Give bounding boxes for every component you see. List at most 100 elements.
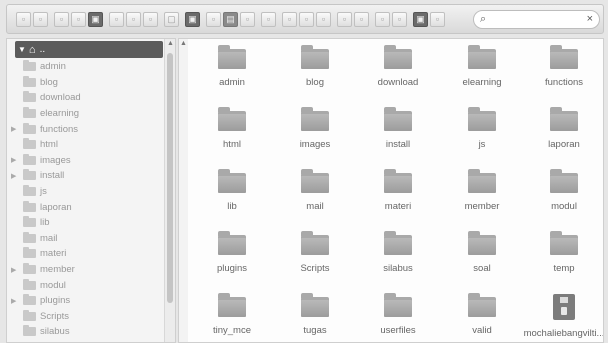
folder-item[interactable]: js <box>440 107 524 150</box>
folder-icon <box>301 45 329 69</box>
tree-item-label: mail <box>40 232 58 244</box>
item-label: html <box>223 139 241 150</box>
preview-icon[interactable]: ▣ <box>185 11 200 27</box>
toolbar-group: ▫ ▫ <box>336 11 370 27</box>
folder-item[interactable]: tugas <box>273 293 357 336</box>
tree-item[interactable]: materi <box>7 246 165 262</box>
new-folder-icon[interactable]: ▫ <box>206 11 221 27</box>
folder-item[interactable]: materi <box>356 169 440 212</box>
folder-item[interactable]: member <box>440 169 524 212</box>
copy-icon[interactable]: ▫ <box>109 11 124 27</box>
tree-item[interactable]: elearning <box>7 106 165 122</box>
item-label: install <box>385 139 411 150</box>
folder-item[interactable]: lib <box>190 169 274 212</box>
folder-icon <box>384 107 412 131</box>
tree-item-label: Scripts <box>40 310 70 322</box>
tree-item[interactable]: js <box>7 184 165 200</box>
open-icon[interactable]: ▫ <box>71 11 86 27</box>
cut-icon[interactable]: ▫ <box>126 11 141 27</box>
file-item[interactable]: mochaliebangvilti... <box>522 294 603 339</box>
folder-item[interactable]: temp <box>522 231 603 274</box>
tree-item-label: js <box>40 186 47 198</box>
folder-item[interactable]: silabus <box>356 231 440 274</box>
folder-item[interactable]: soal <box>440 231 524 274</box>
chevron-right-icon[interactable]: ▶ <box>7 172 19 180</box>
folder-item[interactable]: html <box>190 107 274 150</box>
chevron-right-icon[interactable]: ▶ <box>7 125 19 133</box>
extract-icon[interactable]: ▫ <box>282 11 297 27</box>
save-icon[interactable]: ▣ <box>88 11 103 27</box>
tree-item[interactable]: ▶ install <box>7 168 165 184</box>
upload-icon[interactable]: ▫ <box>240 11 255 27</box>
sort-icon[interactable]: ▫ <box>375 11 390 27</box>
toolbar-group: ▢ <box>163 11 180 27</box>
tree-item[interactable]: download <box>7 90 165 106</box>
help-icon[interactable]: ▫ <box>430 11 445 27</box>
folder-icon <box>384 293 412 317</box>
tree-item[interactable]: html <box>7 137 165 153</box>
tree-item[interactable]: modul <box>7 277 165 293</box>
sidebar-scrollbar[interactable]: ▲ <box>164 39 175 342</box>
view-icons-icon[interactable]: ▫ <box>337 11 352 27</box>
tree-item[interactable]: ▶ plugins <box>7 293 165 309</box>
tree-item[interactable]: ▶ member <box>7 262 165 278</box>
scrollbar-thumb[interactable] <box>167 53 173 303</box>
tree-item[interactable]: laporan <box>7 199 165 215</box>
tree-item[interactable]: mail <box>7 231 165 247</box>
folder-icon <box>550 169 578 193</box>
folder-tree: ▼ ⌂ .. admin blog download elearning ▶ functi… <box>6 38 176 343</box>
forward-icon[interactable]: ▫ <box>33 11 48 27</box>
tree-item[interactable]: silabus <box>7 324 165 340</box>
tree-item[interactable]: blog <box>7 75 165 91</box>
chevron-right-icon[interactable]: ▶ <box>7 266 19 274</box>
tree-item[interactable]: ▶ functions <box>7 121 165 137</box>
tree-item[interactable]: ▶ images <box>7 153 165 169</box>
chevron-right-icon[interactable]: ▶ <box>7 156 19 164</box>
main-scrollbar[interactable]: ▲ <box>179 39 188 342</box>
chevron-right-icon[interactable]: ▶ <box>7 297 19 305</box>
folder-item[interactable]: modul <box>522 169 603 212</box>
folder-item[interactable]: functions <box>522 45 603 88</box>
tree-item[interactable]: Scripts <box>7 309 165 325</box>
item-label: elearning <box>462 77 502 88</box>
archive-icon[interactable]: ▫ <box>299 11 314 27</box>
rename-icon[interactable]: ▢ <box>164 11 179 27</box>
folder-item[interactable]: blog <box>273 45 357 88</box>
close-icon[interactable]: × <box>587 13 593 25</box>
item-label: Scripts <box>300 263 330 274</box>
folder-item[interactable]: mail <box>273 169 357 212</box>
duplicate-icon[interactable]: ▫ <box>261 11 276 27</box>
tree-item[interactable]: lib <box>7 215 165 231</box>
folder-item[interactable]: valid <box>440 293 524 336</box>
scroll-up-icon[interactable]: ▲ <box>167 40 174 47</box>
tree-root-item[interactable]: ▼ ⌂ .. <box>15 41 163 58</box>
edit-icon[interactable]: ▫ <box>392 11 407 27</box>
folder-item[interactable]: install <box>356 107 440 150</box>
item-label: blog <box>306 77 324 88</box>
view-list-icon[interactable]: ▫ <box>354 11 369 27</box>
folder-item[interactable]: download <box>356 45 440 88</box>
tree-item[interactable]: admin <box>7 59 165 75</box>
folder-item[interactable]: userfiles <box>356 293 440 336</box>
folder-item[interactable]: elearning <box>440 45 524 88</box>
folder-item[interactable]: images <box>273 107 357 150</box>
folder-item[interactable]: admin <box>190 45 274 88</box>
paste-icon[interactable]: ▫ <box>143 11 158 27</box>
folder-item[interactable]: laporan <box>522 107 603 150</box>
toolbar-group: ▫ ▫ <box>15 11 49 27</box>
scroll-up-icon[interactable]: ▲ <box>180 40 187 47</box>
search-box[interactable]: ⌕ × <box>473 10 600 29</box>
search-input[interactable] <box>492 13 582 26</box>
folder-item[interactable]: plugins <box>190 231 274 274</box>
folder-item[interactable]: tiny_mce <box>190 293 274 336</box>
folder-item[interactable]: Scripts <box>273 231 357 274</box>
reload-icon[interactable]: ▫ <box>54 11 69 27</box>
folder-icon <box>468 169 496 193</box>
resize-icon[interactable]: ▫ <box>316 11 331 27</box>
toolbar-group: ▫ ▫ ▣ <box>53 11 104 27</box>
new-file-icon[interactable]: ▤ <box>223 11 238 27</box>
chevron-down-icon[interactable]: ▼ <box>18 45 26 54</box>
toolbar-group: ▣ <box>184 11 201 27</box>
info-icon[interactable]: ▣ <box>413 11 428 27</box>
back-icon[interactable]: ▫ <box>16 11 31 27</box>
